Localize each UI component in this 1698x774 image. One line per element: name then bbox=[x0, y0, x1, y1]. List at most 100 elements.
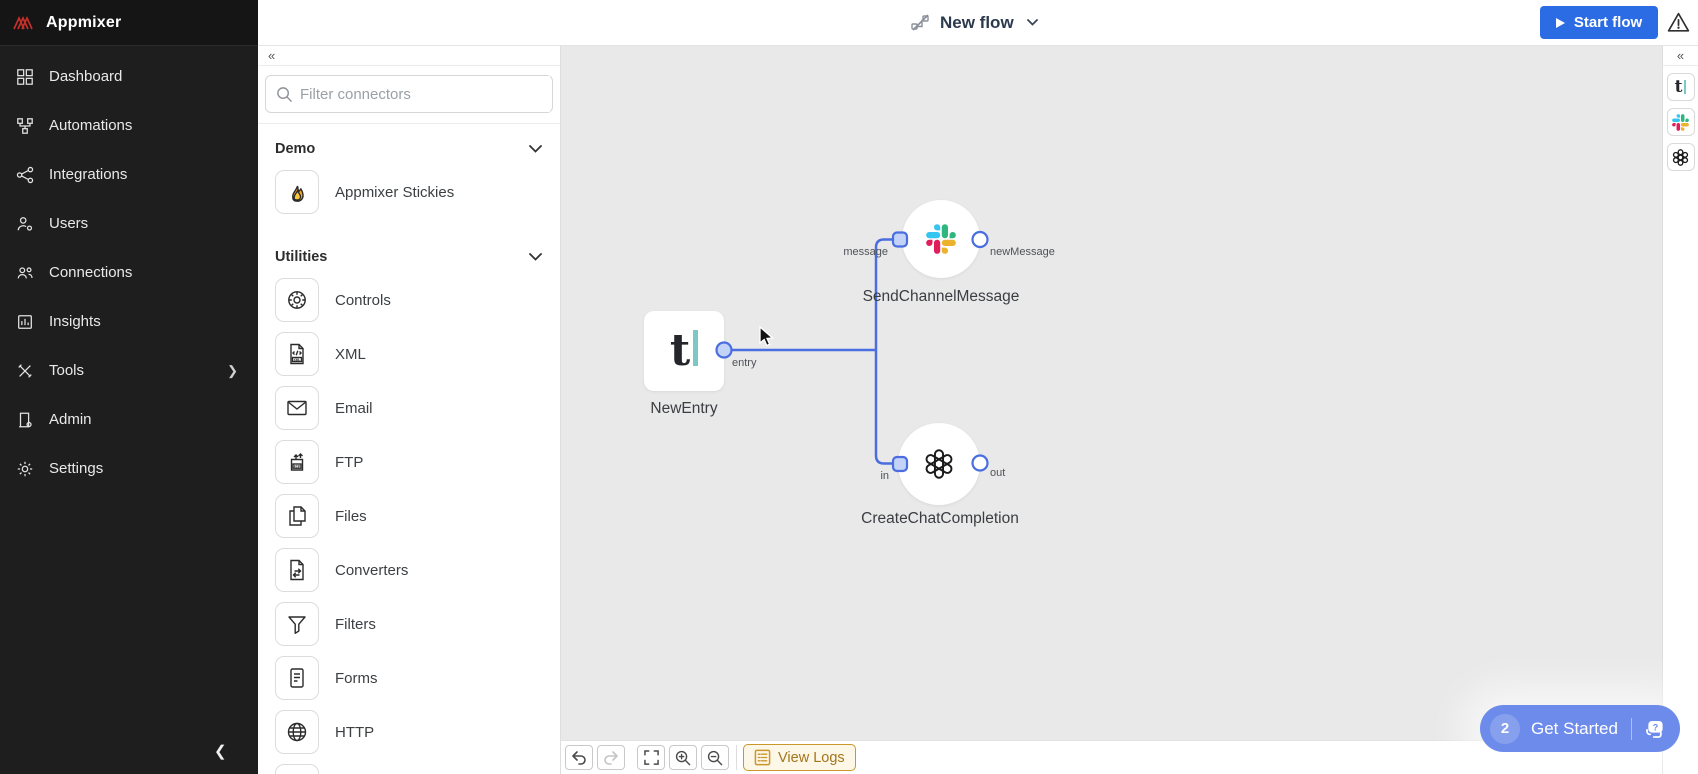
connector-label: Files bbox=[335, 508, 367, 525]
connector-converters[interactable]: Converters bbox=[275, 548, 560, 592]
fullscreen-icon bbox=[644, 750, 659, 765]
get-started-count-badge: 2 bbox=[1490, 714, 1520, 744]
integrations-nodes-icon bbox=[15, 165, 34, 184]
connector-xml[interactable]: XML XML bbox=[275, 332, 560, 376]
strip-collapse-chevron-icon[interactable]: « bbox=[1663, 46, 1698, 66]
redo-button[interactable] bbox=[597, 745, 625, 770]
appmixer-logo-icon bbox=[12, 12, 36, 34]
files-copy-icon bbox=[275, 494, 319, 538]
view-logs-button[interactable]: View Logs bbox=[743, 744, 856, 771]
redo-icon bbox=[603, 751, 619, 765]
user-icon bbox=[15, 214, 34, 233]
automations-flow-icon bbox=[15, 116, 34, 135]
dashboard-grid-icon bbox=[15, 67, 34, 86]
openai-icon bbox=[1671, 148, 1690, 167]
node-createchatcompletion[interactable] bbox=[898, 423, 980, 505]
connector-appmixer-stickies[interactable]: Appmixer Stickies bbox=[275, 170, 560, 214]
sidebar-item-connections[interactable]: Connections bbox=[0, 248, 258, 297]
get-started-pill[interactable]: 2 Get Started ? bbox=[1480, 705, 1680, 752]
chevron-down-icon[interactable] bbox=[1027, 19, 1038, 26]
section-title: Demo bbox=[275, 141, 315, 157]
node-sendchannelmessage[interactable] bbox=[902, 200, 980, 278]
port-label-entry: entry bbox=[732, 357, 756, 369]
brand-name: Appmixer bbox=[46, 14, 121, 32]
sidebar-item-insights[interactable]: Insights bbox=[0, 297, 258, 346]
play-icon bbox=[1556, 18, 1565, 28]
node-label-newentry: NewEntry bbox=[650, 400, 717, 418]
sidebar-item-dashboard[interactable]: Dashboard bbox=[0, 52, 258, 101]
section-demo-header[interactable]: Demo bbox=[258, 124, 560, 170]
connector-language[interactable]: Language BETA bbox=[275, 764, 560, 774]
flow-apps-strip: « t bbox=[1662, 46, 1698, 774]
sidebar-item-label: Connections bbox=[49, 264, 132, 281]
flow-title-group[interactable]: New flow bbox=[910, 0, 1038, 45]
sidebar-item-settings[interactable]: Settings bbox=[0, 444, 258, 493]
connector-label: HTTP bbox=[335, 724, 374, 741]
openai-icon bbox=[922, 447, 956, 481]
connector-files[interactable]: Files bbox=[275, 494, 560, 538]
gear-circle-icon bbox=[275, 278, 319, 322]
undo-icon bbox=[571, 751, 587, 765]
sidebar-item-users[interactable]: Users bbox=[0, 199, 258, 248]
sidebar-item-label: Insights bbox=[49, 313, 101, 330]
connector-label: Appmixer Stickies bbox=[335, 184, 454, 201]
brand-row[interactable]: Appmixer bbox=[0, 0, 258, 46]
sidebar-item-label: Admin bbox=[49, 411, 92, 428]
connector-controls[interactable]: Controls bbox=[275, 278, 560, 322]
sidebar-item-label: Tools bbox=[49, 362, 84, 379]
zoom-out-icon bbox=[707, 750, 723, 766]
connector-forms[interactable]: Forms bbox=[275, 656, 560, 700]
flow-stopped-icon bbox=[910, 12, 931, 33]
sidebar-item-label: Users bbox=[49, 215, 88, 232]
port-label-newmessage: newMessage bbox=[990, 246, 1055, 258]
connector-label: Converters bbox=[335, 562, 408, 579]
sidebar-item-label: Settings bbox=[49, 460, 103, 477]
strip-app-typeform[interactable]: t bbox=[1667, 73, 1695, 101]
connector-label: Filters bbox=[335, 616, 376, 633]
search-input[interactable] bbox=[300, 76, 550, 112]
chevron-down-icon bbox=[529, 145, 542, 153]
zoom-out-button[interactable] bbox=[701, 745, 729, 770]
zoom-in-button[interactable] bbox=[669, 745, 697, 770]
sidebar-item-label: Integrations bbox=[49, 166, 127, 183]
connector-label: XML bbox=[335, 346, 366, 363]
flow-canvas[interactable] bbox=[561, 46, 1662, 774]
strip-app-slack[interactable] bbox=[1667, 108, 1695, 136]
start-flow-button[interactable]: Start flow bbox=[1540, 6, 1658, 39]
connector-ftp[interactable]: FTP FTP bbox=[275, 440, 560, 484]
svg-text:?: ? bbox=[1653, 722, 1658, 732]
port-label-out: out bbox=[990, 467, 1005, 479]
panel-collapse-chevron-icon[interactable]: « bbox=[258, 46, 560, 66]
strip-app-openai[interactable] bbox=[1667, 143, 1695, 171]
sidebar-item-tools[interactable]: Tools ❯ bbox=[0, 346, 258, 395]
typeform-icon: t bbox=[1675, 79, 1687, 96]
connector-search-strip bbox=[258, 66, 560, 124]
form-clipboard-icon bbox=[275, 656, 319, 700]
main-sidebar: Appmixer Dashboard Automations Integrati… bbox=[0, 0, 258, 774]
connections-people-icon bbox=[15, 263, 34, 282]
warning-triangle-icon[interactable] bbox=[1666, 10, 1691, 35]
port-label-message: message bbox=[843, 246, 888, 258]
section-utilities-header[interactable]: Utilities bbox=[258, 224, 560, 278]
connector-email[interactable]: Email bbox=[275, 386, 560, 430]
fit-screen-button[interactable] bbox=[637, 745, 665, 770]
undo-button[interactable] bbox=[565, 745, 593, 770]
connector-label: Email bbox=[335, 400, 373, 417]
connector-filters[interactable]: Filters bbox=[275, 602, 560, 646]
sidebar-collapse-chevron-icon[interactable]: ❮ bbox=[214, 742, 227, 760]
start-flow-label: Start flow bbox=[1574, 14, 1642, 31]
gear-icon bbox=[15, 459, 34, 478]
ftp-box-icon: FTP bbox=[275, 440, 319, 484]
section-title: Utilities bbox=[275, 249, 327, 265]
appmixer-flow-editor: t NewEntry SendChannelMessage CreateChat… bbox=[0, 0, 1698, 774]
flame-icon bbox=[275, 170, 319, 214]
connector-label: Forms bbox=[335, 670, 378, 687]
sidebar-item-integrations[interactable]: Integrations bbox=[0, 150, 258, 199]
sidebar-item-admin[interactable]: Admin bbox=[0, 395, 258, 444]
flow-title: New flow bbox=[940, 13, 1014, 33]
node-newentry[interactable]: t bbox=[644, 311, 724, 391]
sidebar-item-automations[interactable]: Automations bbox=[0, 101, 258, 150]
connector-http[interactable]: HTTP bbox=[275, 710, 560, 754]
funnel-icon bbox=[275, 602, 319, 646]
typeform-icon: t bbox=[670, 329, 698, 373]
